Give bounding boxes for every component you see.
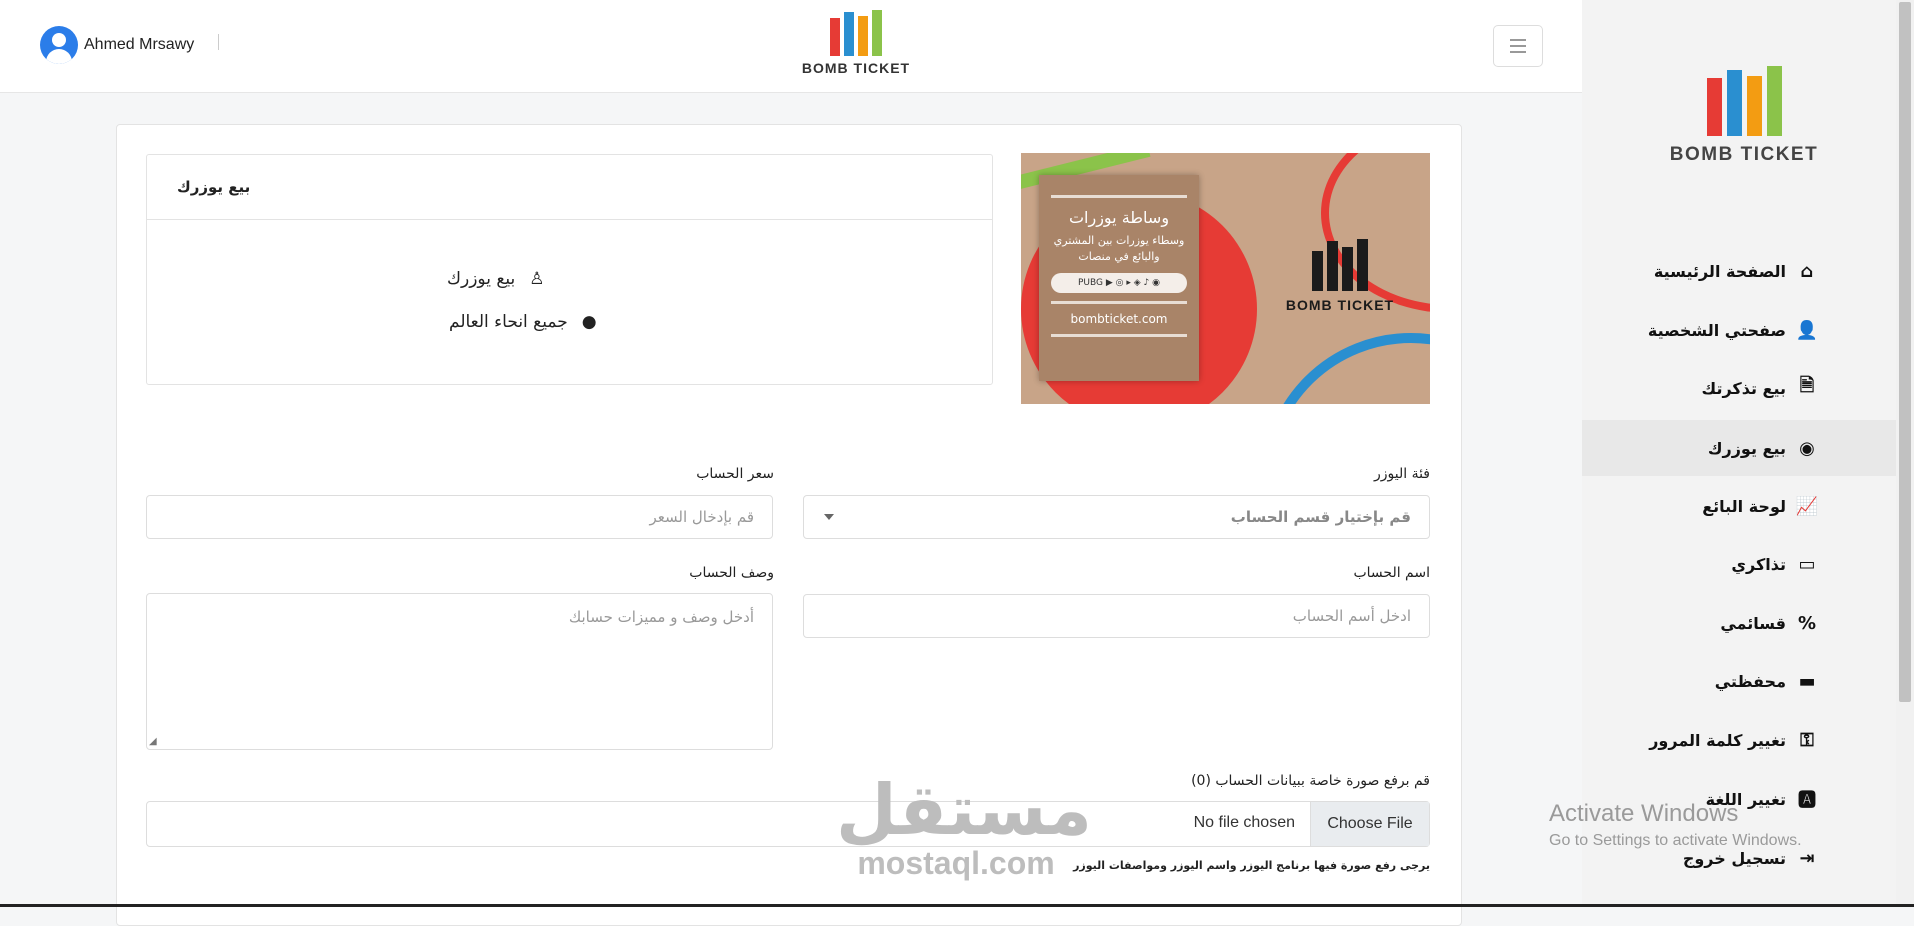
sidebar-item-seller-dashboard[interactable]: 📈 لوحة البائع (1702, 480, 1818, 532)
sidebar-item-profile[interactable]: 👤 صفحتي الشخصية (1648, 304, 1818, 356)
info-line-region: ● جميع انحاء العالم (449, 312, 597, 332)
sidebar-item-my-tickets[interactable]: ▭ تذاكري (1731, 538, 1818, 590)
avatar[interactable] (40, 26, 78, 64)
sidebar-item-label: بيع تذكرتك (1701, 378, 1786, 398)
account-name-label: اسم الحساب (1353, 565, 1430, 581)
sidebar: BOMB TICKET ⌂ الصفحة الرئيسية 👤 صفحتي ال… (1582, 0, 1896, 907)
windows-activation-notice: Activate Windows Go to Settings to activ… (1549, 800, 1802, 850)
scrollbar-thumb[interactable] (1899, 2, 1911, 702)
wallet-icon: ▬ (1798, 670, 1816, 692)
info-box: بيع يوزرك ♙ بيع يوزرك ● جميع انحاء العال… (146, 154, 993, 385)
category-label: فئة اليوزر (1373, 466, 1430, 482)
logo-text: BOMB TICKET (801, 60, 911, 76)
banner-logo-text: BOMB TICKET (1285, 297, 1395, 313)
banner-title: وساطة يوزرات (1068, 208, 1170, 227)
sidebar-logo-text: BOMB TICKET (1669, 144, 1819, 165)
sidebar-item-label: تسجيل خروج (1682, 848, 1786, 868)
ticket-file-icon: 🗎 (1799, 375, 1815, 396)
upload-label: قم برفع صورة خاصة ببيانات الحساب (0) (1191, 773, 1430, 789)
home-icon: ⌂ (1800, 260, 1814, 282)
price-label: سعر الحساب (696, 466, 774, 482)
sidebar-item-label: لوحة البائع (1702, 496, 1786, 516)
user-name[interactable]: Ahmed Mrsawy (84, 36, 194, 54)
watermark-latin: mostaql.com (857, 845, 1055, 881)
sidebar-logo[interactable]: BOMB TICKET (1662, 66, 1826, 166)
price-input[interactable]: قم بإدخال السعر (146, 495, 773, 539)
menu-toggle-button[interactable] (1493, 25, 1543, 67)
account-name-placeholder: ادخل أسم الحساب (1292, 607, 1411, 625)
banner-subtitle: وسطاء يوزرات بين المشتري والبائع في منصا… (1053, 234, 1185, 263)
account-name-input[interactable]: ادخل أسم الحساب (803, 594, 1430, 638)
sidebar-item-sell-user[interactable]: ◉ بيع يوزرك (1582, 420, 1896, 476)
logout-icon: ⇥ (1799, 847, 1815, 869)
description-label: وصف الحساب (689, 565, 774, 581)
logo-bars-icon (1662, 66, 1826, 136)
sidebar-item-sell-ticket[interactable]: 🗎 بيع تذكرتك (1702, 362, 1818, 414)
sidebar-item-change-password[interactable]: ⚿ تغيير كلمة المرور (1649, 714, 1818, 766)
sidebar-item-label: محفظتي (1714, 671, 1786, 691)
price-placeholder: قم بإدخال السعر (649, 508, 755, 526)
caret-down-icon (824, 514, 834, 520)
info-line-text: جميع انحاء العالم (449, 312, 568, 332)
sidebar-item-label: الصفحة الرئيسية (1653, 261, 1786, 281)
divider (218, 34, 219, 50)
resize-handle-icon[interactable]: ◢ (149, 736, 157, 747)
user-circle-icon: ◉ (1799, 437, 1815, 459)
sidebar-item-label: بيع يوزرك (1707, 438, 1786, 458)
user-icon: 👤 (1795, 319, 1818, 341)
sidebar-item-home[interactable]: ⌂ الصفحة الرئيسية (1654, 245, 1818, 297)
user-profile[interactable]: Ahmed Mrsawy (40, 26, 194, 64)
header-logo[interactable]: BOMB TICKET (800, 10, 912, 76)
page-scrollbar[interactable] (1896, 0, 1914, 907)
logo-bars-icon (800, 10, 912, 56)
banner-url: bombticket.com (1070, 312, 1168, 326)
info-title: بيع يوزرك (147, 155, 992, 220)
category-select[interactable]: قم بإختيار قسم الحساب (803, 495, 1430, 539)
choose-file-button[interactable]: Choose File (1310, 802, 1429, 846)
category-placeholder: قم بإختيار قسم الحساب (1230, 508, 1411, 526)
logo-bars-icon (1273, 239, 1407, 291)
sidebar-item-label: تغيير كلمة المرور (1649, 730, 1786, 750)
mostaql-watermark: مستقل mostaql.com (836, 769, 1093, 882)
ticket-icon: ▭ (1798, 553, 1816, 575)
chart-line-icon: 📈 (1795, 495, 1818, 517)
banner-panel: وساطة يوزرات وسطاء يوزرات بين المشتري وا… (1039, 175, 1199, 381)
person-icon: ♙ (529, 269, 545, 289)
description-placeholder: أدخل وصف و مميزات حسابك (568, 608, 754, 626)
sidebar-item-label: قسائمي (1720, 613, 1786, 633)
no-file-text: No file chosen (1193, 814, 1295, 831)
activation-title: Activate Windows (1549, 800, 1739, 827)
info-line-text: بيع يوزرك (447, 269, 516, 289)
watermark-arabic: مستقل (836, 769, 1093, 851)
promo-banner: وساطة يوزرات وسطاء يوزرات بين المشتري وا… (1021, 153, 1430, 404)
key-icon: ⚿ (1800, 729, 1814, 751)
upload-hint: يرجى رفع صورة فيها برنامج اليوزر واسم ال… (1073, 859, 1430, 872)
platform-icons: PUBG ▶ ◎ ▸ ◈ ♪ ◉ (1051, 273, 1187, 293)
sidebar-item-label: صفحتي الشخصية (1647, 320, 1786, 340)
top-bar: Ahmed Mrsawy BOMB TICKET (0, 0, 1582, 93)
info-line-sell: ♙ بيع يوزرك (447, 269, 545, 289)
description-textarea[interactable]: أدخل وصف و مميزات حسابك ◢ (146, 593, 773, 750)
banner-logo: BOMB TICKET (1273, 239, 1407, 313)
sidebar-item-wallet[interactable]: ▬ محفظتي (1715, 655, 1818, 707)
sidebar-item-label: تذاكري (1731, 554, 1786, 574)
map-marker-icon: ● (581, 312, 597, 332)
percent-icon: % (1797, 612, 1817, 634)
activation-subtitle: Go to Settings to activate Windows. (1549, 832, 1802, 849)
file-upload-input[interactable]: Choose File No file chosen (146, 801, 1430, 847)
sidebar-item-coupons[interactable]: % قسائمي (1720, 597, 1818, 649)
